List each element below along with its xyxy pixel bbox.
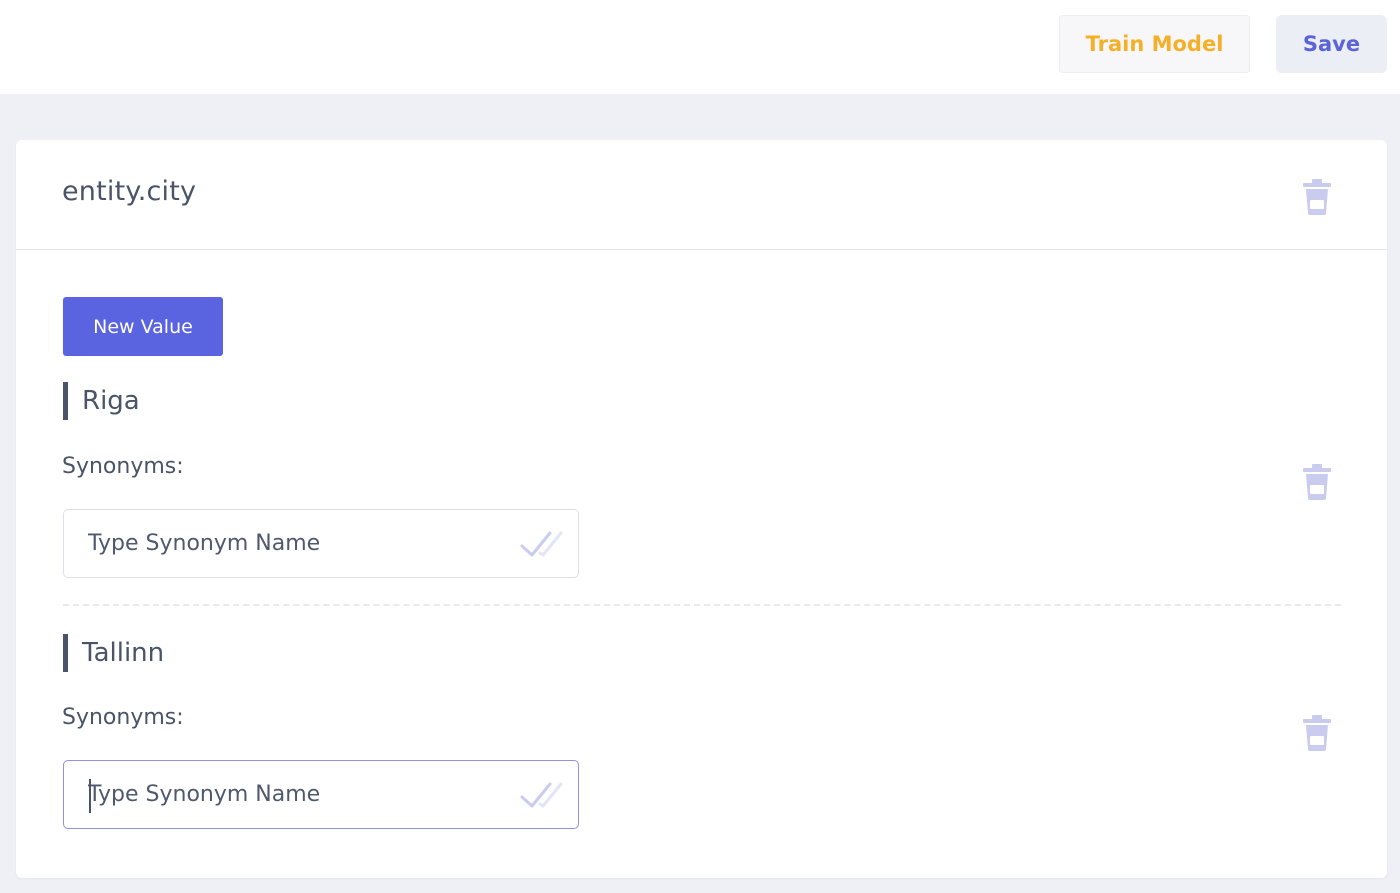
- top-toolbar: Train Model Save: [0, 0, 1400, 94]
- entity-title: entity.city: [62, 176, 197, 207]
- train-model-button[interactable]: Train Model: [1059, 15, 1250, 73]
- entity-card: entity.city New Value Riga Synonyms: Typ…: [16, 140, 1387, 878]
- double-check-icon[interactable]: [520, 528, 564, 560]
- double-check-icon[interactable]: [520, 779, 564, 811]
- new-value-button[interactable]: New Value: [63, 297, 223, 356]
- save-button[interactable]: Save: [1276, 15, 1387, 73]
- synonym-field-riga: [63, 509, 579, 578]
- synonym-input[interactable]: [88, 761, 508, 828]
- synonym-field-tallinn: [63, 760, 579, 829]
- value-name-tallinn: Tallinn: [63, 634, 164, 672]
- delete-entity-icon[interactable]: [1302, 178, 1332, 216]
- text-cursor: [89, 779, 91, 813]
- delete-value-tallinn-icon[interactable]: [1302, 714, 1332, 752]
- delete-value-riga-icon[interactable]: [1302, 463, 1332, 501]
- synonyms-label: Synonyms:: [62, 705, 184, 730]
- value-divider: [63, 604, 1341, 606]
- value-name-riga: Riga: [63, 382, 140, 420]
- synonyms-label: Synonyms:: [62, 454, 184, 479]
- entity-card-header: entity.city: [16, 140, 1387, 250]
- synonym-input[interactable]: [88, 510, 508, 577]
